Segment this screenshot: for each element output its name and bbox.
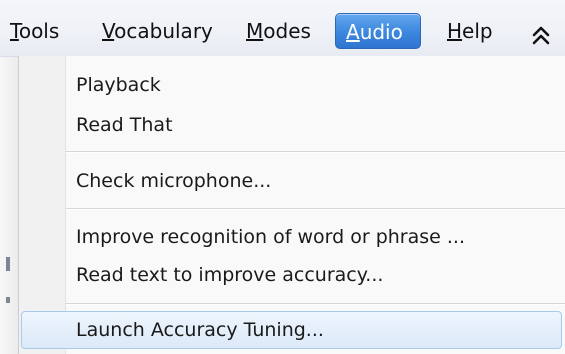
menu-help-label: elp <box>462 19 493 43</box>
app-window: Tools Vocabulary Modes Audio Help Playba… <box>0 0 565 354</box>
menu-help[interactable]: Help <box>437 13 503 49</box>
menu-separator <box>66 303 565 305</box>
menu-modes-accel: M <box>246 19 264 43</box>
menu-modes[interactable]: Modes <box>236 13 321 49</box>
menu-item-check-microphone[interactable]: Check microphone... <box>76 164 271 198</box>
menu-icon-gutter <box>19 56 66 354</box>
menu-tools-label: ools <box>18 19 60 43</box>
menu-item-read-that[interactable]: Read That <box>76 108 173 142</box>
menu-item-playback[interactable]: Playback <box>76 68 161 102</box>
double-chevron-up-icon[interactable] <box>528 22 554 48</box>
background-tick <box>6 257 10 271</box>
menu-item-improve-recognition[interactable]: Improve recognition of word or phrase ..… <box>76 220 465 254</box>
menu-item-launch-accuracy-tuning[interactable]: Launch Accuracy Tuning... <box>76 313 324 347</box>
background-window-edge <box>0 57 19 354</box>
menu-help-accel: H <box>447 19 463 43</box>
menu-separator <box>66 208 565 210</box>
menu-audio[interactable]: Audio <box>335 13 421 49</box>
menu-vocabulary[interactable]: Vocabulary <box>92 13 223 49</box>
menu-vocabulary-accel: V <box>102 19 115 43</box>
menu-vocabulary-label: ocabulary <box>114 19 213 43</box>
menu-item-read-text[interactable]: Read text to improve accuracy... <box>76 258 383 292</box>
background-tick <box>6 297 10 303</box>
menu-modes-label: odes <box>263 19 311 43</box>
menu-bar: Tools Vocabulary Modes Audio Help <box>0 0 565 57</box>
menu-tools[interactable]: Tools <box>0 13 69 49</box>
menu-audio-accel: A <box>346 20 360 44</box>
menu-tools-accel: T <box>10 19 19 43</box>
menu-separator <box>66 151 565 153</box>
audio-dropdown-menu: Playback Read That Check microphone... I… <box>18 56 565 354</box>
menu-audio-label: udio <box>359 20 403 44</box>
